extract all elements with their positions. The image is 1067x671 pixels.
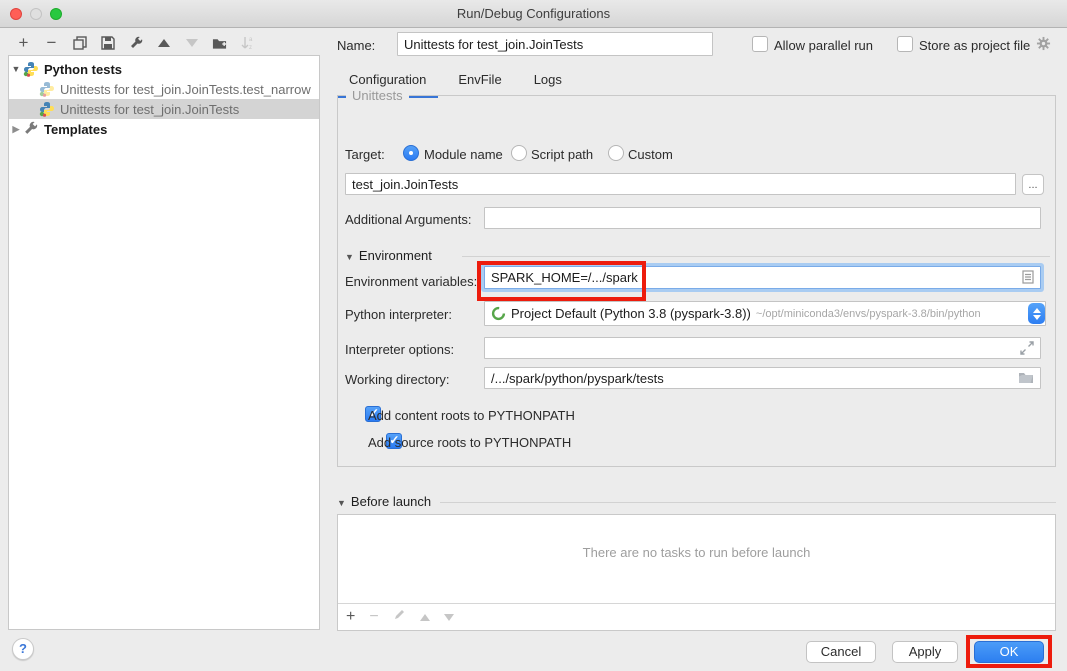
store-as-project-file-checkbox[interactable] [897, 36, 913, 52]
target-module-name-radio[interactable] [403, 145, 419, 161]
sort-alphabetically-icon[interactable]: az [240, 36, 255, 51]
run-configurations-tree: ▼ Python tests Unittests for test_join.J… [8, 55, 320, 630]
interpreter-options-input[interactable] [484, 337, 1041, 359]
environment-variables-label: Environment variables: [345, 274, 477, 289]
allow-parallel-run-label: Allow parallel run [774, 38, 873, 53]
tree-item-test-narrow[interactable]: Unittests for test_join.JoinTests.test_n… [9, 79, 319, 99]
window-title: Run/Debug Configurations [0, 6, 1067, 21]
tree-item-jointests[interactable]: Unittests for test_join.JoinTests [9, 99, 319, 119]
help-button[interactable]: ? [12, 638, 34, 660]
environment-section-title: Environment [359, 248, 432, 263]
move-down-icon[interactable] [184, 36, 199, 51]
svg-text:z: z [249, 45, 252, 51]
move-down-icon[interactable] [444, 614, 454, 621]
before-launch-toolbar: + − [338, 603, 1055, 630]
before-launch-task-list: There are no tasks to run before launch … [337, 514, 1056, 631]
svg-text:a: a [249, 37, 253, 43]
templates-wrench-icon [23, 121, 39, 137]
python-interpreter-value: Project Default (Python 3.8 (pyspark-3.8… [511, 306, 751, 321]
chevron-down-icon: ▼ [345, 252, 354, 262]
working-directory-input[interactable] [484, 367, 1041, 389]
tree-item-python-tests[interactable]: ▼ Python tests [9, 59, 319, 79]
expand-field-icon[interactable] [1020, 341, 1034, 360]
group-title: Unittests [346, 88, 409, 103]
python-run-config-icon [39, 101, 55, 117]
before-launch-title: Before launch [351, 494, 431, 509]
additional-arguments-input[interactable] [484, 207, 1041, 229]
python-interpreter-label: Python interpreter: [345, 307, 452, 322]
module-name-input[interactable] [345, 173, 1016, 195]
python-run-config-icon [39, 81, 55, 97]
tab-envfile[interactable]: EnvFile [446, 66, 513, 98]
cancel-button[interactable]: Cancel [806, 641, 876, 663]
conda-env-icon [491, 306, 506, 321]
add-icon[interactable]: + [16, 36, 31, 51]
working-directory-label: Working directory: [345, 372, 450, 387]
title-bar: Run/Debug Configurations [0, 0, 1067, 28]
section-divider [462, 256, 1050, 257]
edit-icon[interactable] [393, 608, 406, 626]
configurations-toolbar: + − az [16, 33, 255, 53]
add-content-roots-label: Add content roots to PYTHONPATH [368, 408, 575, 423]
remove-icon[interactable]: − [44, 36, 59, 51]
tree-item-label: Python tests [44, 62, 122, 77]
python-interpreter-select[interactable]: Project Default (Python 3.8 (pyspark-3.8… [484, 301, 1046, 326]
chevron-down-icon[interactable]: ▼ [9, 64, 23, 74]
name-input[interactable] [397, 32, 713, 56]
tree-item-label: Unittests for test_join.JoinTests [60, 102, 239, 117]
ok-button[interactable]: OK [974, 641, 1044, 663]
tab-logs[interactable]: Logs [522, 66, 574, 98]
add-source-roots-label: Add source roots to PYTHONPATH [368, 435, 571, 450]
new-folder-icon[interactable] [212, 36, 227, 51]
chevron-right-icon[interactable]: ▶ [9, 124, 23, 135]
browse-button[interactable]: ... [1022, 174, 1044, 195]
python-interpreter-path: ~/opt/miniconda3/envs/pyspark-3.8/bin/py… [756, 308, 981, 320]
copy-icon[interactable] [72, 36, 87, 51]
folder-icon[interactable] [1018, 371, 1034, 389]
tree-item-label: Templates [44, 122, 107, 137]
before-launch-section-header[interactable]: ▼ Before launch [337, 494, 431, 509]
store-as-project-file-label: Store as project file [919, 38, 1030, 53]
additional-arguments-label: Additional Arguments: [345, 212, 471, 227]
interpreter-options-label: Interpreter options: [345, 342, 454, 357]
target-custom-radio[interactable] [608, 145, 624, 161]
remove-icon[interactable]: − [369, 608, 378, 626]
apply-button[interactable]: Apply [892, 641, 958, 663]
section-divider [440, 502, 1056, 503]
environment-section-header[interactable]: ▼ Environment [345, 248, 432, 263]
edit-templates-icon[interactable] [128, 36, 143, 51]
target-label: Target: [345, 147, 385, 162]
gear-icon[interactable] [1036, 36, 1051, 51]
allow-parallel-run-checkbox[interactable] [752, 36, 768, 52]
target-script-path-label: Script path [531, 147, 593, 162]
chevron-down-icon: ▼ [337, 498, 346, 508]
add-icon[interactable]: + [346, 610, 355, 624]
move-up-icon[interactable] [156, 36, 171, 51]
tree-item-label: Unittests for test_join.JoinTests.test_n… [60, 82, 311, 97]
env-list-icon[interactable] [1022, 270, 1034, 289]
python-tests-icon [23, 61, 39, 77]
target-script-path-radio[interactable] [511, 145, 527, 161]
save-icon[interactable] [100, 36, 115, 51]
tree-item-templates[interactable]: ▶ Templates [9, 119, 319, 139]
before-launch-empty-text: There are no tasks to run before launch [338, 545, 1055, 560]
interpreter-dropdown-stepper-icon[interactable] [1028, 303, 1045, 324]
move-up-icon[interactable] [420, 614, 430, 621]
name-label: Name: [337, 38, 375, 53]
target-custom-label: Custom [628, 147, 673, 162]
target-module-name-label: Module name [424, 147, 503, 162]
environment-variables-input[interactable] [484, 266, 1041, 289]
